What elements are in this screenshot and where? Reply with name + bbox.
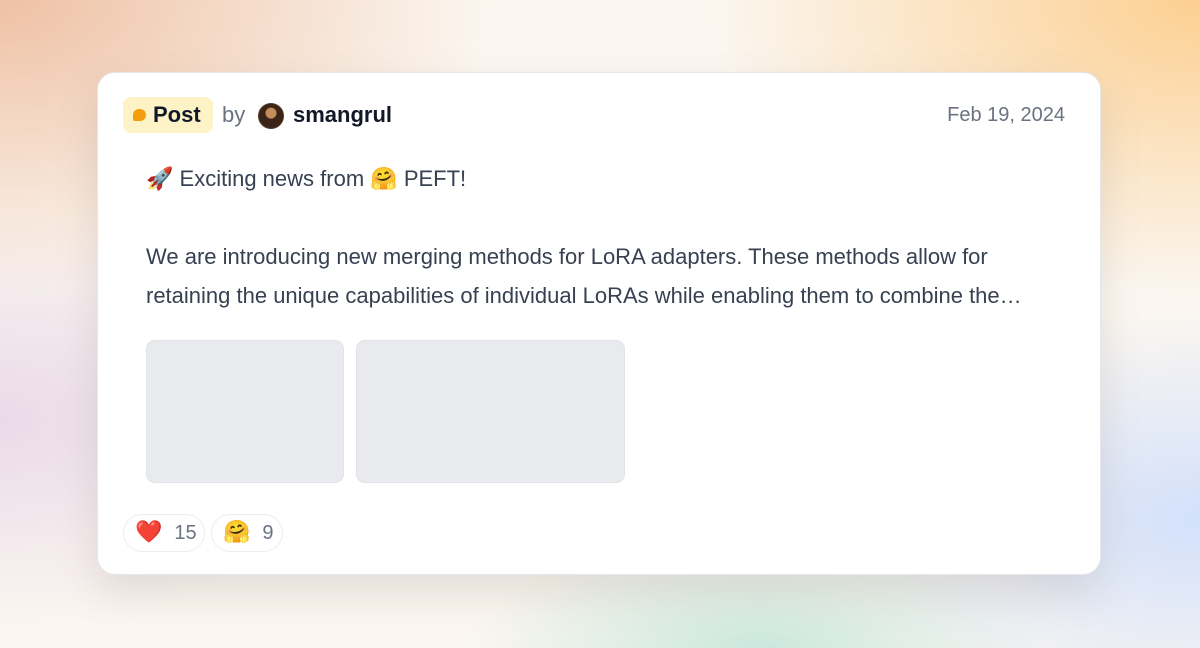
post-card[interactable]: Post by smangrul Feb 19, 2024 🚀 Exciting… [97,72,1101,575]
by-label: by [222,102,246,127]
hugging-face-icon: 🤗 [223,520,251,545]
author-avatar[interactable] [258,103,284,129]
post-body-line-1: We are introducing new merging methods f… [146,244,988,269]
post-badge-label: Post [153,102,201,127]
headline-suffix: PEFT! [403,166,467,191]
reaction-hug-button[interactable]: 🤗 9 [211,514,283,552]
post-text[interactable]: 🚀 Exciting news from 🤗 PEFT! We are intr… [146,159,1062,315]
post-date: Feb 19, 2024 [947,104,1065,126]
headline-prefix: Exciting news from [179,166,365,191]
post-body-line-2: retaining the unique capabilities of ind… [146,283,1022,308]
heart-icon: ❤️ [135,520,163,545]
post-badge: Post [123,97,213,133]
rocket-icon: 🚀 [146,167,174,192]
author-name[interactable]: smangrul [293,102,392,128]
chat-bubble-icon [133,109,146,121]
hugging-face-icon: 🤗 [370,167,398,192]
image-thumbnail-1[interactable] [146,340,344,483]
reaction-count: 15 [174,521,197,544]
image-thumbnail-2[interactable] [356,340,625,483]
reaction-heart-button[interactable]: ❤️ 15 [123,514,205,552]
post-headline: 🚀 Exciting news from 🤗 PEFT! [146,159,1062,199]
reaction-count: 9 [262,521,274,544]
